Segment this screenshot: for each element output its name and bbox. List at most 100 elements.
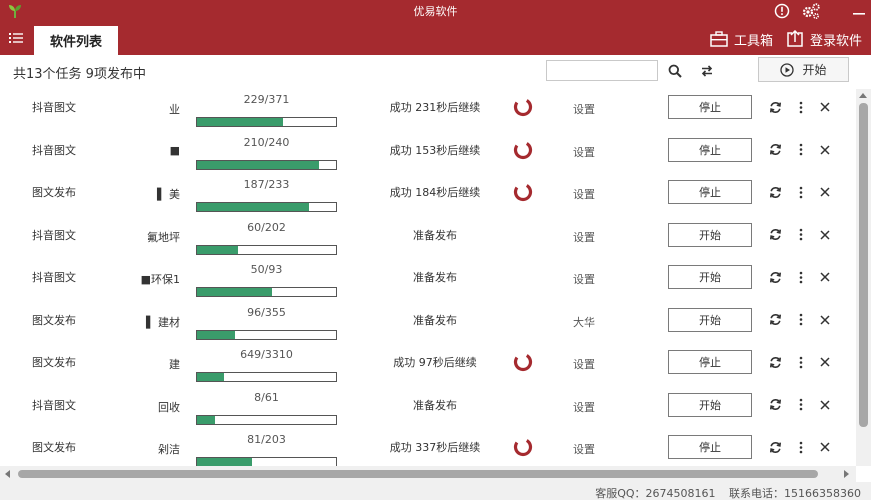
refresh-button[interactable] xyxy=(768,142,782,158)
task-setting-link[interactable]: 设置 xyxy=(573,229,595,245)
delete-button[interactable] xyxy=(818,439,832,455)
toolbox-icon xyxy=(710,31,728,47)
scroll-up-icon[interactable] xyxy=(859,93,867,98)
scroll-left-icon[interactable] xyxy=(5,470,10,478)
loading-spinner-icon xyxy=(513,182,533,202)
task-action-button[interactable]: 停止 xyxy=(668,180,752,204)
task-setting-link[interactable]: 设置 xyxy=(573,441,595,457)
task-setting-link[interactable]: 大华 xyxy=(573,314,595,330)
task-setting-link[interactable]: 设置 xyxy=(573,186,595,202)
task-progress-fill xyxy=(197,373,225,381)
more-button[interactable] xyxy=(794,142,808,158)
task-setting-link[interactable]: 设置 xyxy=(573,144,595,160)
refresh-button[interactable] xyxy=(768,184,782,200)
status-footer: 客服QQ：2674508161 联系电话：15166358360 xyxy=(0,482,871,500)
task-setting-link[interactable]: 设置 xyxy=(573,356,595,372)
refresh-button[interactable] xyxy=(768,269,782,285)
status-row: 共13个任务 9项发布中 开始 xyxy=(0,55,871,89)
table-row: 抖音图文 ■ 210/240 成功 153秒后继续 设置 停止 xyxy=(0,132,856,175)
task-action-button[interactable]: 开始 xyxy=(668,222,752,247)
delete-button[interactable] xyxy=(818,227,832,243)
refresh-button[interactable] xyxy=(768,354,782,370)
delete-button[interactable] xyxy=(818,142,832,158)
task-name: ■ xyxy=(169,143,180,157)
title-bar: 优易软件 xyxy=(0,0,871,22)
task-progress-count: 210/240 xyxy=(243,135,290,149)
loading-spinner-icon xyxy=(513,97,533,117)
more-button[interactable] xyxy=(794,312,808,328)
login-icon xyxy=(787,30,803,47)
task-setting-link[interactable]: 设置 xyxy=(573,399,595,415)
start-all-button[interactable]: 开始 xyxy=(758,57,849,82)
delete-button[interactable] xyxy=(818,184,832,200)
refresh-button[interactable] xyxy=(768,439,782,455)
support-qq: 客服QQ：2674508161 xyxy=(595,487,716,500)
more-button[interactable] xyxy=(794,227,808,243)
settings-button[interactable] xyxy=(800,1,822,21)
task-action-button[interactable]: 开始 xyxy=(668,265,752,289)
refresh-button[interactable] xyxy=(768,99,782,115)
search-input[interactable] xyxy=(546,60,658,81)
more-button[interactable] xyxy=(794,184,808,200)
scroll-right-icon[interactable] xyxy=(844,470,849,478)
more-button[interactable] xyxy=(794,354,808,370)
task-action-button[interactable]: 开始 xyxy=(668,307,752,332)
refresh-icon xyxy=(769,271,781,283)
horizontal-scrollbar[interactable] xyxy=(0,466,856,482)
minimize-icon xyxy=(853,13,865,15)
minimize-button[interactable] xyxy=(848,1,870,21)
task-action-button[interactable]: 停止 xyxy=(668,137,752,162)
more-vertical-icon xyxy=(799,313,803,326)
task-progress-count: 229/371 xyxy=(243,93,290,106)
task-name: 剁洁 xyxy=(158,443,180,456)
info-button[interactable] xyxy=(771,1,793,21)
refresh-icon xyxy=(769,314,781,325)
task-name: 回收 xyxy=(158,400,180,414)
delete-button[interactable] xyxy=(818,397,832,413)
login-button[interactable]: 登录软件 xyxy=(786,29,862,49)
task-action-button[interactable]: 停止 xyxy=(668,435,752,459)
refresh-button[interactable] xyxy=(768,312,782,328)
more-vertical-icon xyxy=(799,143,803,156)
toolbox-button[interactable]: 工具箱 xyxy=(710,29,773,49)
more-button[interactable] xyxy=(794,269,808,285)
refresh-icon xyxy=(769,441,781,453)
table-row: 抖音图文 回收 8/61 准备发布 设置 开始 xyxy=(0,387,856,430)
loading-spinner-icon xyxy=(513,437,533,457)
refresh-icon xyxy=(769,186,781,198)
more-vertical-icon xyxy=(799,398,803,411)
menu-list-icon[interactable] xyxy=(8,30,24,46)
tab-software-list[interactable]: 软件列表 xyxy=(34,26,118,55)
task-action-button[interactable]: 停止 xyxy=(668,350,752,374)
vertical-scroll-thumb[interactable] xyxy=(859,103,868,427)
close-icon xyxy=(820,229,830,240)
delete-button[interactable] xyxy=(818,99,832,115)
task-type: 抖音图文 xyxy=(32,228,76,242)
toolbox-label: 工具箱 xyxy=(734,33,774,49)
task-type: 抖音图文 xyxy=(32,271,76,284)
delete-button[interactable] xyxy=(818,354,832,370)
task-setting-link[interactable]: 设置 xyxy=(573,101,595,117)
task-action-button[interactable]: 开始 xyxy=(668,392,752,417)
task-progress-count: 187/233 xyxy=(243,178,290,191)
more-vertical-icon xyxy=(799,101,803,113)
task-status: 成功 231秒后继续 xyxy=(389,101,481,114)
task-action-button[interactable]: 停止 xyxy=(668,95,752,119)
vertical-scrollbar[interactable] xyxy=(856,89,871,466)
horizontal-scroll-thumb[interactable] xyxy=(18,470,818,478)
more-vertical-icon xyxy=(799,228,803,241)
swap-button[interactable] xyxy=(698,62,716,80)
delete-button[interactable] xyxy=(818,269,832,285)
play-circle-icon xyxy=(780,62,795,77)
search-icon xyxy=(668,64,682,78)
more-button[interactable] xyxy=(794,439,808,455)
task-status: 准备发布 xyxy=(413,398,457,412)
refresh-button[interactable] xyxy=(768,227,782,243)
search-button[interactable] xyxy=(666,62,684,80)
more-button[interactable] xyxy=(794,99,808,115)
task-setting-link[interactable]: 设置 xyxy=(573,271,595,287)
delete-button[interactable] xyxy=(818,312,832,328)
more-vertical-icon xyxy=(799,356,803,368)
more-button[interactable] xyxy=(794,397,808,413)
refresh-button[interactable] xyxy=(768,397,782,413)
